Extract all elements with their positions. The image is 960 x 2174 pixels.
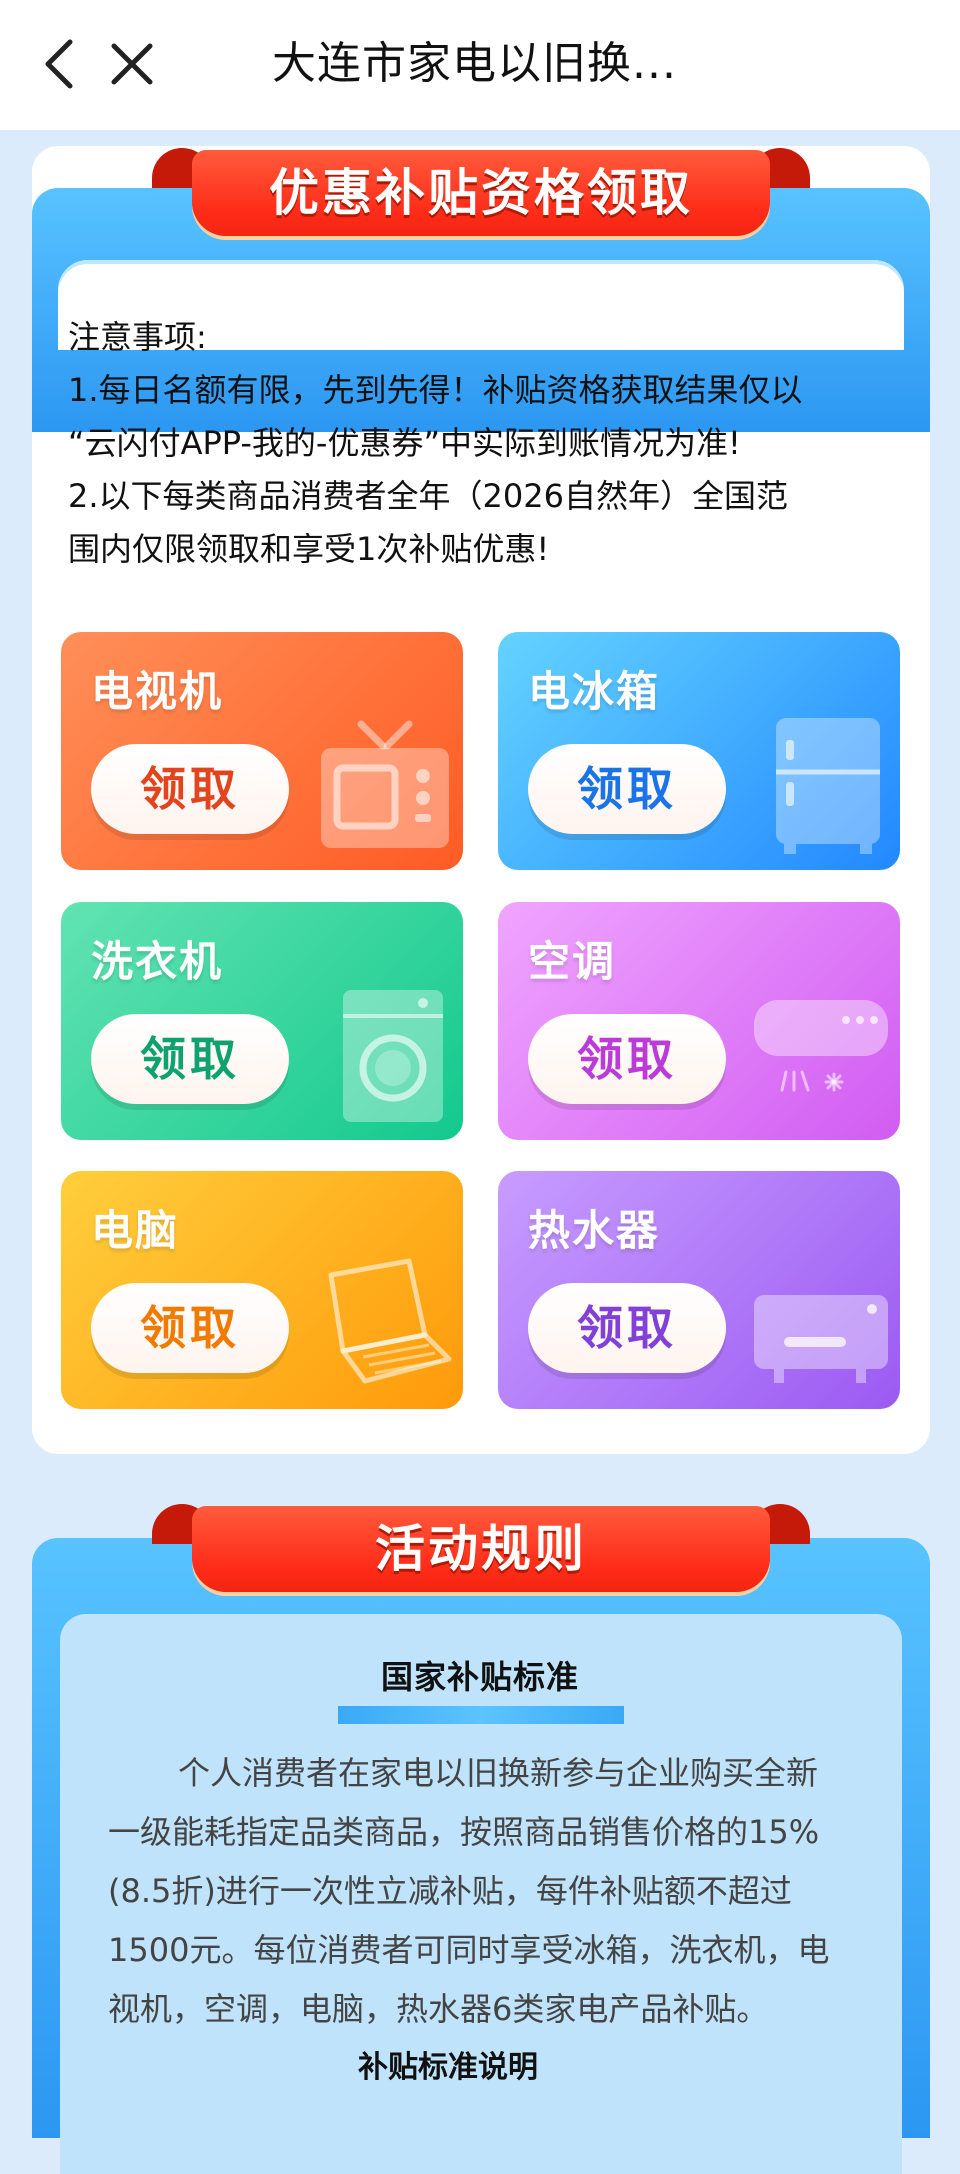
claim-button-washer[interactable]: 领取 — [91, 1014, 289, 1104]
washer-icon — [343, 990, 443, 1122]
category-tile-fridge[interactable]: 电冰箱 领取 — [498, 632, 900, 870]
close-icon[interactable] — [108, 40, 156, 88]
page-title: 大连市家电以旧换... — [272, 38, 677, 89]
category-tile-laptop[interactable]: 电脑 领取 — [61, 1171, 463, 1409]
eligibility-ribbon: 优惠补贴资格领取 — [192, 150, 770, 236]
claim-button-tv[interactable]: 领取 — [91, 744, 289, 834]
category-label: 电视机 — [91, 667, 224, 716]
category-label: 电脑 — [91, 1206, 180, 1255]
claim-button-laptop[interactable]: 领取 — [91, 1283, 289, 1373]
rules-next-heading: 补贴标准说明 — [358, 2050, 538, 2085]
back-arrow-icon[interactable] — [38, 36, 78, 92]
tv-icon — [321, 720, 449, 848]
notice-line: 1.每日名额有限，先到先得！补贴资格获取结果仅以 — [68, 371, 803, 409]
laptop-icon — [328, 1258, 452, 1384]
rules-paragraph: 个人消费者在家电以旧换新参与企业购买全新 一级能耗指定品类商品，按照商品销售价格… — [108, 1744, 868, 2039]
top-navigation-bar: 大连市家电以旧换... — [0, 0, 960, 130]
rules-line: 一级能耗指定品类商品，按照商品销售价格的15% — [108, 1813, 820, 1851]
section-title-underline — [338, 1706, 624, 1724]
fridge-icon — [776, 718, 880, 854]
rules-line: 视机，空调，电脑，热水器6类家电产品补贴。 — [108, 1990, 769, 2028]
rules-line: (8.5折)进行一次性立减补贴，每件补贴额不超过 — [108, 1872, 792, 1910]
category-label: 电冰箱 — [528, 667, 661, 716]
category-tile-tv[interactable]: 电视机 领取 — [61, 632, 463, 870]
category-label: 空调 — [528, 937, 617, 986]
rules-ribbon-title: 活动规则 — [375, 1520, 587, 1578]
rules-ribbon: 活动规则 — [192, 1506, 770, 1592]
notice-line: 围内仅限领取和享受1次补贴优惠! — [68, 530, 550, 568]
rules-section-title: 国家补贴标准 — [380, 1658, 579, 1696]
category-label: 热水器 — [528, 1206, 661, 1255]
category-label: 洗衣机 — [91, 937, 224, 986]
rules-line: 1500元。每位消费者可同时享受冰箱，洗衣机，电 — [108, 1931, 830, 1969]
notice-block: 注意事项: 1.每日名额有限，先到先得！补贴资格获取结果仅以 “云闪付APP-我… — [68, 311, 908, 576]
notice-heading: 注意事项: — [68, 318, 207, 356]
air-conditioner-icon — [754, 1000, 888, 1092]
category-tile-water-heater[interactable]: 热水器 领取 — [498, 1171, 900, 1409]
category-tile-washer[interactable]: 洗衣机 领取 — [61, 902, 463, 1140]
category-tile-air-conditioner[interactable]: 空调 领取 — [498, 902, 900, 1140]
water-heater-icon — [754, 1295, 888, 1383]
eligibility-ribbon-title: 优惠补贴资格领取 — [269, 164, 693, 222]
claim-button-fridge[interactable]: 领取 — [528, 744, 726, 834]
notice-line: “云闪付APP-我的-优惠券”中实际到账情况为准! — [68, 424, 741, 462]
claim-button-air-conditioner[interactable]: 领取 — [528, 1014, 726, 1104]
notice-line: 2.以下每类商品消费者全年（2026自然年）全国范 — [68, 477, 788, 515]
eligibility-card: 优惠补贴资格领取 注意事项: 1.每日名额有限，先到先得！补贴资格获取结果仅以 … — [32, 146, 930, 1454]
claim-button-water-heater[interactable]: 领取 — [528, 1283, 726, 1373]
rules-line: 个人消费者在家电以旧换新参与企业购买全新 — [178, 1754, 819, 1792]
